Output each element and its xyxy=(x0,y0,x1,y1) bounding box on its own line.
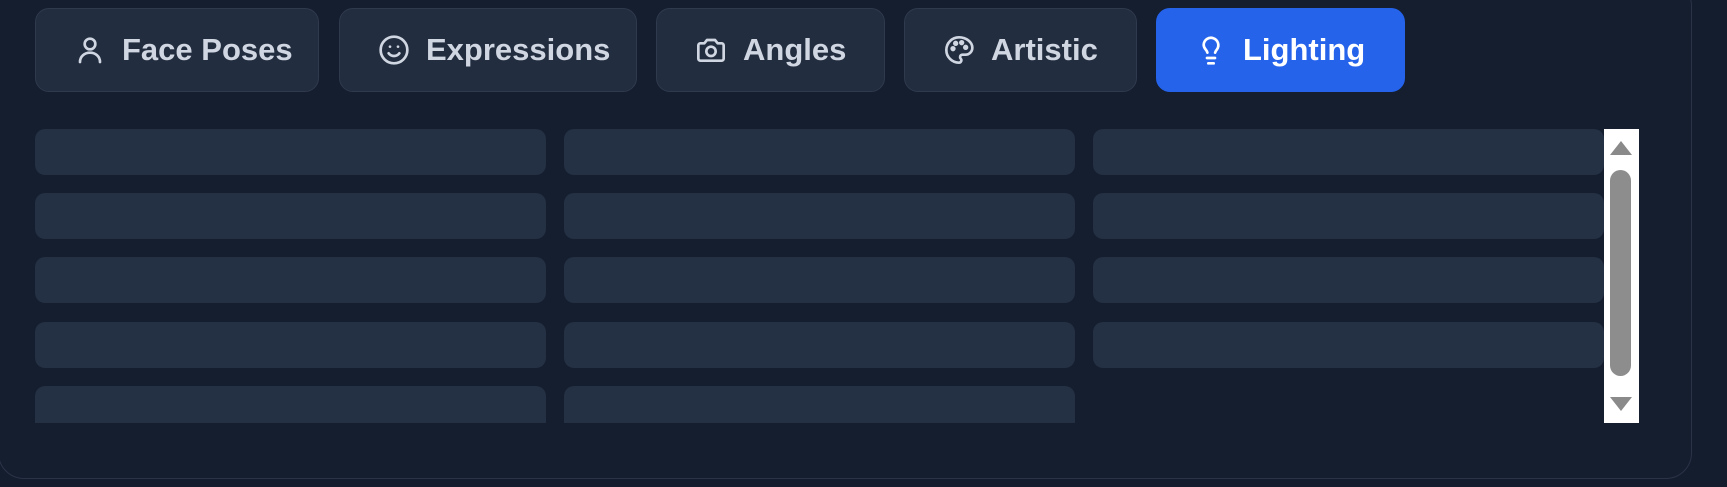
tab-label: Angles xyxy=(743,32,847,67)
tab-lighting[interactable]: Lighting xyxy=(1156,8,1405,92)
skeleton-item xyxy=(35,193,546,239)
skeleton-item xyxy=(1093,129,1604,175)
tab-face-poses[interactable]: Face Poses xyxy=(35,8,319,92)
tab-artistic[interactable]: Artistic xyxy=(904,8,1137,92)
loading-grid xyxy=(35,129,1605,423)
skeleton-item xyxy=(564,193,1075,239)
skeleton-item xyxy=(1093,193,1604,239)
grid-scrollbar[interactable] xyxy=(1604,129,1639,423)
skeleton-item xyxy=(564,257,1075,303)
scroll-down-arrow-icon[interactable] xyxy=(1610,397,1632,411)
tab-label: Face Poses xyxy=(122,32,293,67)
skeleton-item xyxy=(564,322,1075,368)
lightbulb-icon xyxy=(1195,34,1227,66)
skeleton-item xyxy=(35,322,546,368)
tab-label: Artistic xyxy=(991,32,1098,67)
skeleton-item xyxy=(1093,257,1604,303)
tab-expressions[interactable]: Expressions xyxy=(339,8,637,92)
scrollbar-thumb[interactable] xyxy=(1610,170,1631,376)
smile-icon xyxy=(378,34,410,66)
user-icon xyxy=(74,34,106,66)
skeleton-item xyxy=(564,129,1075,175)
skeleton-item xyxy=(35,257,546,303)
skeleton-item xyxy=(564,386,1075,423)
skeleton-item xyxy=(35,129,546,175)
tab-label: Lighting xyxy=(1243,32,1366,67)
camera-icon xyxy=(695,34,727,66)
tab-label: Expressions xyxy=(426,32,611,67)
palette-icon xyxy=(943,34,975,66)
tab-angles[interactable]: Angles xyxy=(656,8,885,92)
skeleton-item xyxy=(1093,322,1604,368)
skeleton-item xyxy=(35,386,546,423)
scroll-up-arrow-icon[interactable] xyxy=(1610,141,1632,155)
